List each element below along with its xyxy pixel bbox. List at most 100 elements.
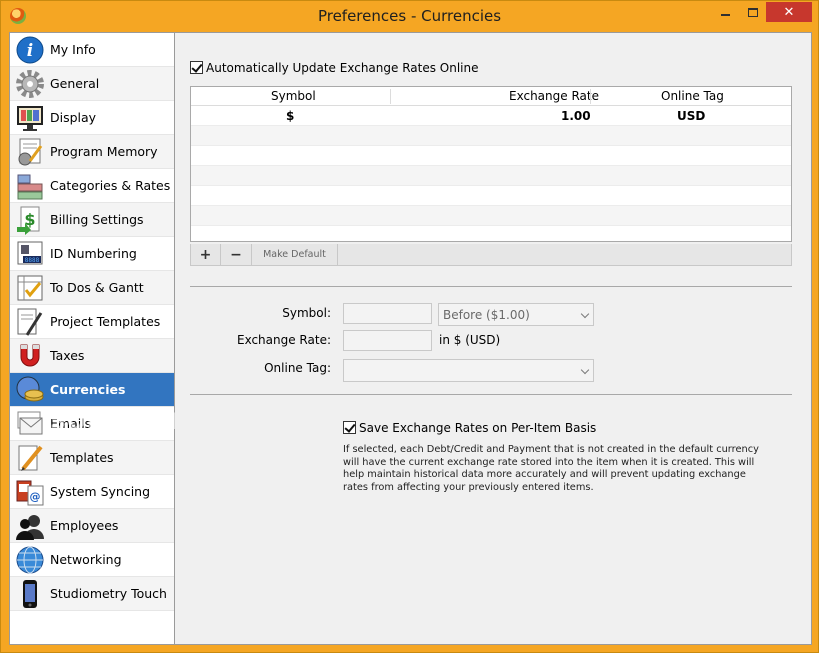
globe-icon <box>15 545 45 575</box>
billing-icon: $ <box>15 205 45 235</box>
chevron-down-icon <box>580 365 590 375</box>
info-icon: i <box>15 35 45 65</box>
column-header-online-tag[interactable]: Online Tag <box>661 89 724 103</box>
save-rates-label: Save Exchange Rates on Per-Item Basis <box>359 421 597 435</box>
online-tag-select[interactable] <box>343 359 594 382</box>
chevron-down-icon <box>580 309 590 319</box>
sidebar-item-networking[interactable]: Networking <box>10 543 174 577</box>
sidebar-item-todos-gantt[interactable]: To Dos & Gantt <box>10 271 174 305</box>
sidebar-item-taxes[interactable]: Taxes <box>10 339 174 373</box>
sidebar-item-label: To Dos & Gantt <box>50 280 144 295</box>
currencies-panel: Automatically Update Exchange Rates Onli… <box>175 32 812 645</box>
categories-icon <box>15 171 45 201</box>
sidebar-item-label: My Info <box>50 42 96 57</box>
sidebar-item-general[interactable]: General <box>10 67 174 101</box>
cell-online-tag: USD <box>677 109 706 123</box>
sidebar-item-label: Studiometry Touch <box>50 586 167 601</box>
id-card-icon: 8888 <box>15 239 45 269</box>
maximize-icon <box>747 7 758 17</box>
todo-icon <box>15 273 45 303</box>
sidebar-item-label: System Syncing <box>50 484 151 499</box>
sync-icon: @ <box>15 477 45 507</box>
sidebar-item-currencies[interactable]: Currencies <box>10 373 174 407</box>
make-default-button[interactable]: Make Default <box>252 244 338 265</box>
sidebar-item-categories-rates[interactable]: Categories & Rates <box>10 169 174 203</box>
employees-icon <box>15 511 45 541</box>
close-icon: ✕ <box>783 4 795 20</box>
sidebar-item-templates[interactable]: Templates <box>10 441 174 475</box>
sidebar-item-label: Taxes <box>50 348 85 363</box>
sidebar-item-label: General <box>50 76 100 91</box>
sidebar-item-employees[interactable]: Employees <box>10 509 174 543</box>
auto-update-checkbox[interactable] <box>190 61 203 74</box>
sidebar-item-label: Categories & Rates <box>50 178 171 193</box>
envelope-icon <box>15 409 45 439</box>
svg-text:8888: 8888 <box>25 257 40 264</box>
sidebar-item-display[interactable]: Display <box>10 101 174 135</box>
pencil-icon <box>15 443 45 473</box>
project-templates-icon <box>15 307 45 337</box>
remove-currency-button[interactable]: − <box>221 244 252 265</box>
exchange-rate-input[interactable] <box>343 330 432 351</box>
sidebar-item-project-templates[interactable]: Project Templates <box>10 305 174 339</box>
auto-update-label: Automatically Update Exchange Rates Onli… <box>206 61 479 75</box>
symbol-position-select[interactable]: Before ($1.00) <box>438 303 594 326</box>
svg-text:@: @ <box>30 490 41 503</box>
preferences-window: Preferences - Currencies ✕ i My Info Gen… <box>0 0 819 653</box>
sidebar-item-system-syncing[interactable]: @ System Syncing <box>10 475 174 509</box>
table-toolbar: + − Make Default <box>190 244 792 266</box>
column-header-exchange-rate[interactable]: Exchange Rate <box>509 89 599 103</box>
table-row-empty <box>191 166 791 186</box>
divider <box>190 394 792 395</box>
cell-exchange-rate: 1.00 <box>561 109 591 123</box>
symbol-position-value: Before ($1.00) <box>443 308 530 322</box>
sidebar-item-label: Project Templates <box>50 314 161 329</box>
table-row-empty <box>191 226 791 241</box>
add-currency-button[interactable]: + <box>191 244 221 265</box>
online-tag-label: Online Tag: <box>264 361 331 375</box>
sidebar-item-label: Billing Settings <box>50 212 144 227</box>
currencies-table: Symbol Exchange Rate Online Tag $ 1.00 U… <box>190 86 792 242</box>
close-button[interactable]: ✕ <box>766 2 812 22</box>
column-header-symbol[interactable]: Symbol <box>271 89 316 103</box>
gear-icon <box>15 69 45 99</box>
monitor-icon <box>15 103 45 133</box>
table-header: Symbol Exchange Rate Online Tag <box>191 87 791 106</box>
sidebar-item-program-memory[interactable]: Program Memory <box>10 135 174 169</box>
sidebar-item-label: Employees <box>50 518 119 533</box>
table-row-empty <box>191 186 791 206</box>
memory-icon <box>15 137 45 167</box>
sidebar-item-label: Currencies <box>50 382 126 397</box>
table-row-empty <box>191 126 791 146</box>
symbol-input[interactable] <box>343 303 432 324</box>
exchange-rate-unit: in $ (USD) <box>439 333 501 347</box>
table-row[interactable]: $ 1.00 USD <box>191 106 791 126</box>
svg-text:i: i <box>27 41 33 61</box>
table-row-empty <box>191 146 791 166</box>
cell-symbol: $ <box>286 109 295 123</box>
phone-icon <box>15 579 45 609</box>
window-title: Preferences - Currencies <box>317 7 502 25</box>
sidebar-item-label: Program Memory <box>50 144 158 159</box>
title-bar: Preferences - Currencies ✕ <box>1 1 818 31</box>
symbol-label: Symbol: <box>282 306 331 320</box>
preferences-sidebar: i My Info General Display Program Memory <box>9 32 197 645</box>
sidebar-item-label: Templates <box>50 450 114 465</box>
save-rates-help-text: If selected, each Debt/Credit and Paymen… <box>343 444 759 493</box>
sidebar-item-label: Display <box>50 110 97 125</box>
sidebar-item-label: ID Numbering <box>50 246 137 261</box>
minimize-icon <box>721 14 730 16</box>
save-rates-checkbox[interactable] <box>343 421 356 434</box>
sidebar-item-label: Networking <box>50 552 122 567</box>
sidebar-item-id-numbering[interactable]: 8888 ID Numbering <box>10 237 174 271</box>
exchange-rate-label: Exchange Rate: <box>236 333 331 347</box>
table-row-empty <box>191 206 791 226</box>
sidebar-item-billing-settings[interactable]: $ Billing Settings <box>10 203 174 237</box>
sidebar-item-my-info[interactable]: i My Info <box>10 33 174 67</box>
maximize-button[interactable] <box>739 2 766 22</box>
divider <box>190 286 792 287</box>
magnet-icon <box>15 341 45 371</box>
sidebar-item-studiometry-touch[interactable]: Studiometry Touch <box>10 577 174 611</box>
currency-icon <box>15 375 45 405</box>
minimize-button[interactable] <box>712 2 739 22</box>
